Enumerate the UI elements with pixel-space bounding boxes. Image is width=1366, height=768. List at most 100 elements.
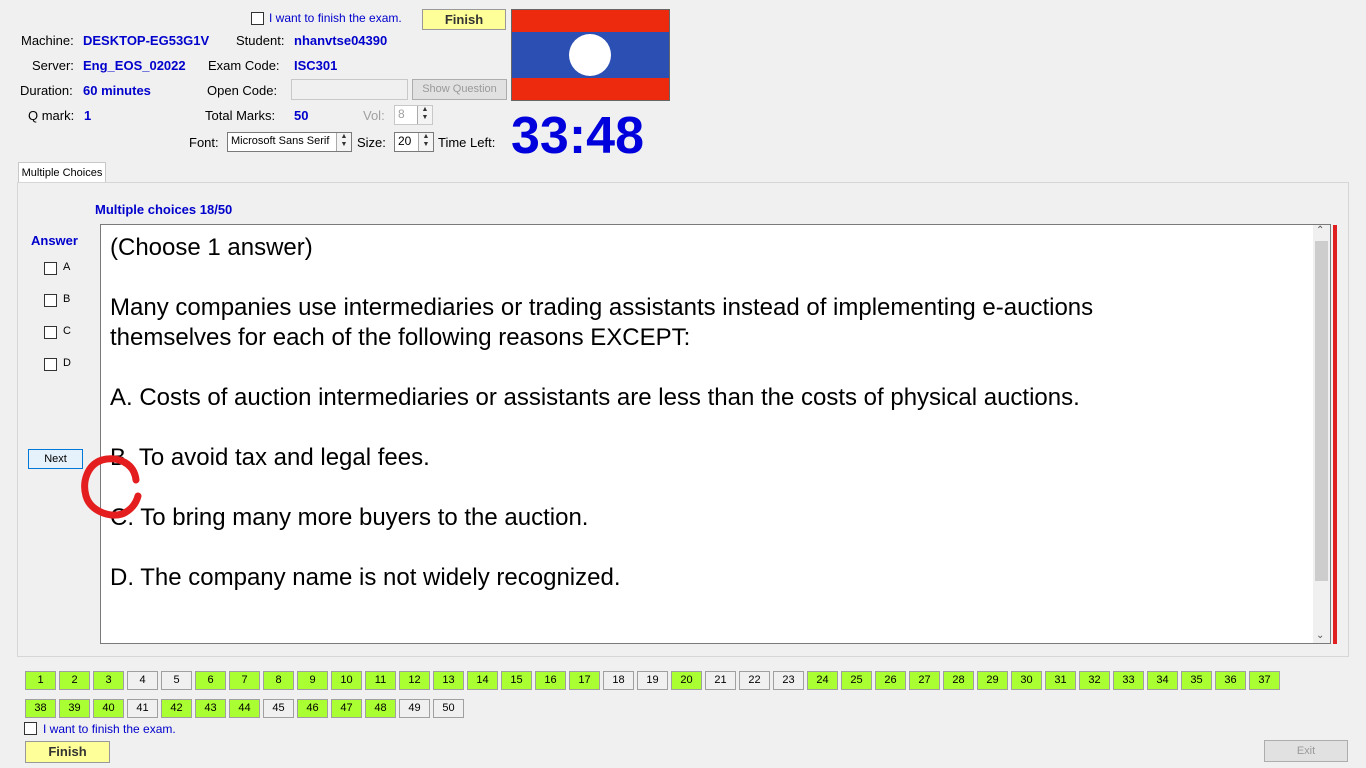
question-number-button[interactable]: 29 [977,671,1008,690]
question-number-button[interactable]: 20 [671,671,702,690]
flag-top-band [511,9,670,32]
question-number-button[interactable]: 37 [1249,671,1280,690]
finish-exam-checkbox-bottom[interactable] [24,722,37,735]
question-number-button[interactable]: 27 [909,671,940,690]
question-number-button[interactable]: 41 [127,699,158,718]
question-number-button[interactable]: 13 [433,671,464,690]
font-selector[interactable]: Microsoft Sans Serif ▲ ▼ [227,132,352,152]
question-number-button[interactable]: 21 [705,671,736,690]
question-number-button[interactable]: 3 [93,671,124,690]
vol-stepper-arrows-icon[interactable]: ▲ ▼ [417,106,432,124]
qmark-label: Q mark: [28,108,75,123]
choice-c-text: C. To bring many more buyers to the auct… [110,504,589,531]
vol-label: Vol: [363,108,385,123]
question-number-button[interactable]: 50 [433,699,464,718]
question-scrollbar[interactable]: ⌃ ⌄ [1313,225,1330,643]
flag-image [511,9,670,101]
question-number-button[interactable]: 22 [739,671,770,690]
finish-button-top[interactable]: Finish [422,9,506,30]
question-number-button[interactable]: 30 [1011,671,1042,690]
question-number-button[interactable]: 26 [875,671,906,690]
question-number-button[interactable]: 10 [331,671,362,690]
question-number-button[interactable]: 19 [637,671,668,690]
question-number-button[interactable]: 25 [841,671,872,690]
question-number-button[interactable]: 35 [1181,671,1212,690]
duration-label: Duration: [20,83,73,98]
question-number-button[interactable]: 49 [399,699,430,718]
duration-value: 60 minutes [83,83,151,98]
question-number-button[interactable]: 44 [229,699,260,718]
flag-circle [569,34,611,76]
question-number-button[interactable]: 32 [1079,671,1110,690]
finish-exam-checkbox-top[interactable] [251,12,264,25]
question-number-button[interactable]: 14 [467,671,498,690]
question-number-button[interactable]: 9 [297,671,328,690]
question-textbox[interactable]: (Choose 1 answer) Many companies use int… [100,224,1331,644]
server-value: Eng_EOS_02022 [83,58,186,73]
font-selector-arrows-icon[interactable]: ▲ ▼ [336,133,351,151]
finish-button-bottom[interactable]: Finish [25,741,110,763]
exam-code-value: ISC301 [294,58,338,73]
choice-d-text: D. The company name is not widely recogn… [110,564,621,591]
question-number-button[interactable]: 16 [535,671,566,690]
choice-b-text: B. To avoid tax and legal fees. [110,444,430,471]
machine-value: DESKTOP-EG53G1V [83,33,210,48]
option-b-checkbox[interactable] [44,294,57,307]
next-button[interactable]: Next [28,449,83,469]
finish-exam-checkbox-bottom-label: I want to finish the exam. [43,722,176,736]
tab-multiple-choices[interactable]: Multiple Choices [18,162,106,182]
question-number-button[interactable]: 11 [365,671,396,690]
question-number-button[interactable]: 15 [501,671,532,690]
option-a-label: A [63,261,71,273]
question-number-button[interactable]: 4 [127,671,158,690]
question-number-button[interactable]: 31 [1045,671,1076,690]
question-number-button[interactable]: 24 [807,671,838,690]
scroll-down-icon[interactable]: ⌄ [1316,630,1324,641]
vol-stepper[interactable]: 8 ▲ ▼ [394,105,433,125]
total-marks-label: Total Marks: [205,108,276,123]
option-d-checkbox[interactable] [44,358,57,371]
show-question-button[interactable]: Show Question [412,79,507,100]
timer-display: 33:48 [511,107,644,165]
question-number-button[interactable]: 40 [93,699,124,718]
question-number-button[interactable]: 23 [773,671,804,690]
question-number-button[interactable]: 6 [195,671,226,690]
question-number-button[interactable]: 45 [263,699,294,718]
question-number-button[interactable]: 43 [195,699,226,718]
question-number-button[interactable]: 47 [331,699,362,718]
red-circle-annotation [81,455,142,519]
question-stem: Many companies use intermediaries or tra… [110,294,1094,351]
question-number-button[interactable]: 17 [569,671,600,690]
question-number-button[interactable]: 48 [365,699,396,718]
scrollbar-thumb[interactable] [1315,241,1328,581]
question-number-button[interactable]: 34 [1147,671,1178,690]
question-number-button[interactable]: 8 [263,671,294,690]
option-a-checkbox[interactable] [44,262,57,275]
red-indicator-bar [1333,225,1337,644]
question-number-button[interactable]: 38 [25,699,56,718]
size-stepper[interactable]: 20 ▲ ▼ [394,132,434,152]
option-b-label: B [63,293,71,305]
open-code-input[interactable] [291,79,408,100]
question-number-button[interactable]: 5 [161,671,192,690]
size-stepper-arrows-icon[interactable]: ▲ ▼ [418,133,433,151]
question-number-button[interactable]: 7 [229,671,260,690]
font-label: Font: [189,135,219,150]
exit-button[interactable]: Exit [1264,740,1348,762]
server-label: Server: [32,58,74,73]
question-number-button[interactable]: 18 [603,671,634,690]
question-number-button[interactable]: 28 [943,671,974,690]
question-number-button[interactable]: 36 [1215,671,1246,690]
total-marks-value: 50 [294,108,309,123]
question-number-button[interactable]: 1 [25,671,56,690]
scroll-up-icon[interactable]: ⌃ [1316,225,1324,236]
question-number-button[interactable]: 46 [297,699,328,718]
question-number-button[interactable]: 12 [399,671,430,690]
question-number-button[interactable]: 39 [59,699,90,718]
question-number-button[interactable]: 2 [59,671,90,690]
size-stepper-value: 20 [398,134,412,148]
question-number-button[interactable]: 42 [161,699,192,718]
option-c-checkbox[interactable] [44,326,57,339]
exam-code-label: Exam Code: [208,58,280,73]
question-number-button[interactable]: 33 [1113,671,1144,690]
